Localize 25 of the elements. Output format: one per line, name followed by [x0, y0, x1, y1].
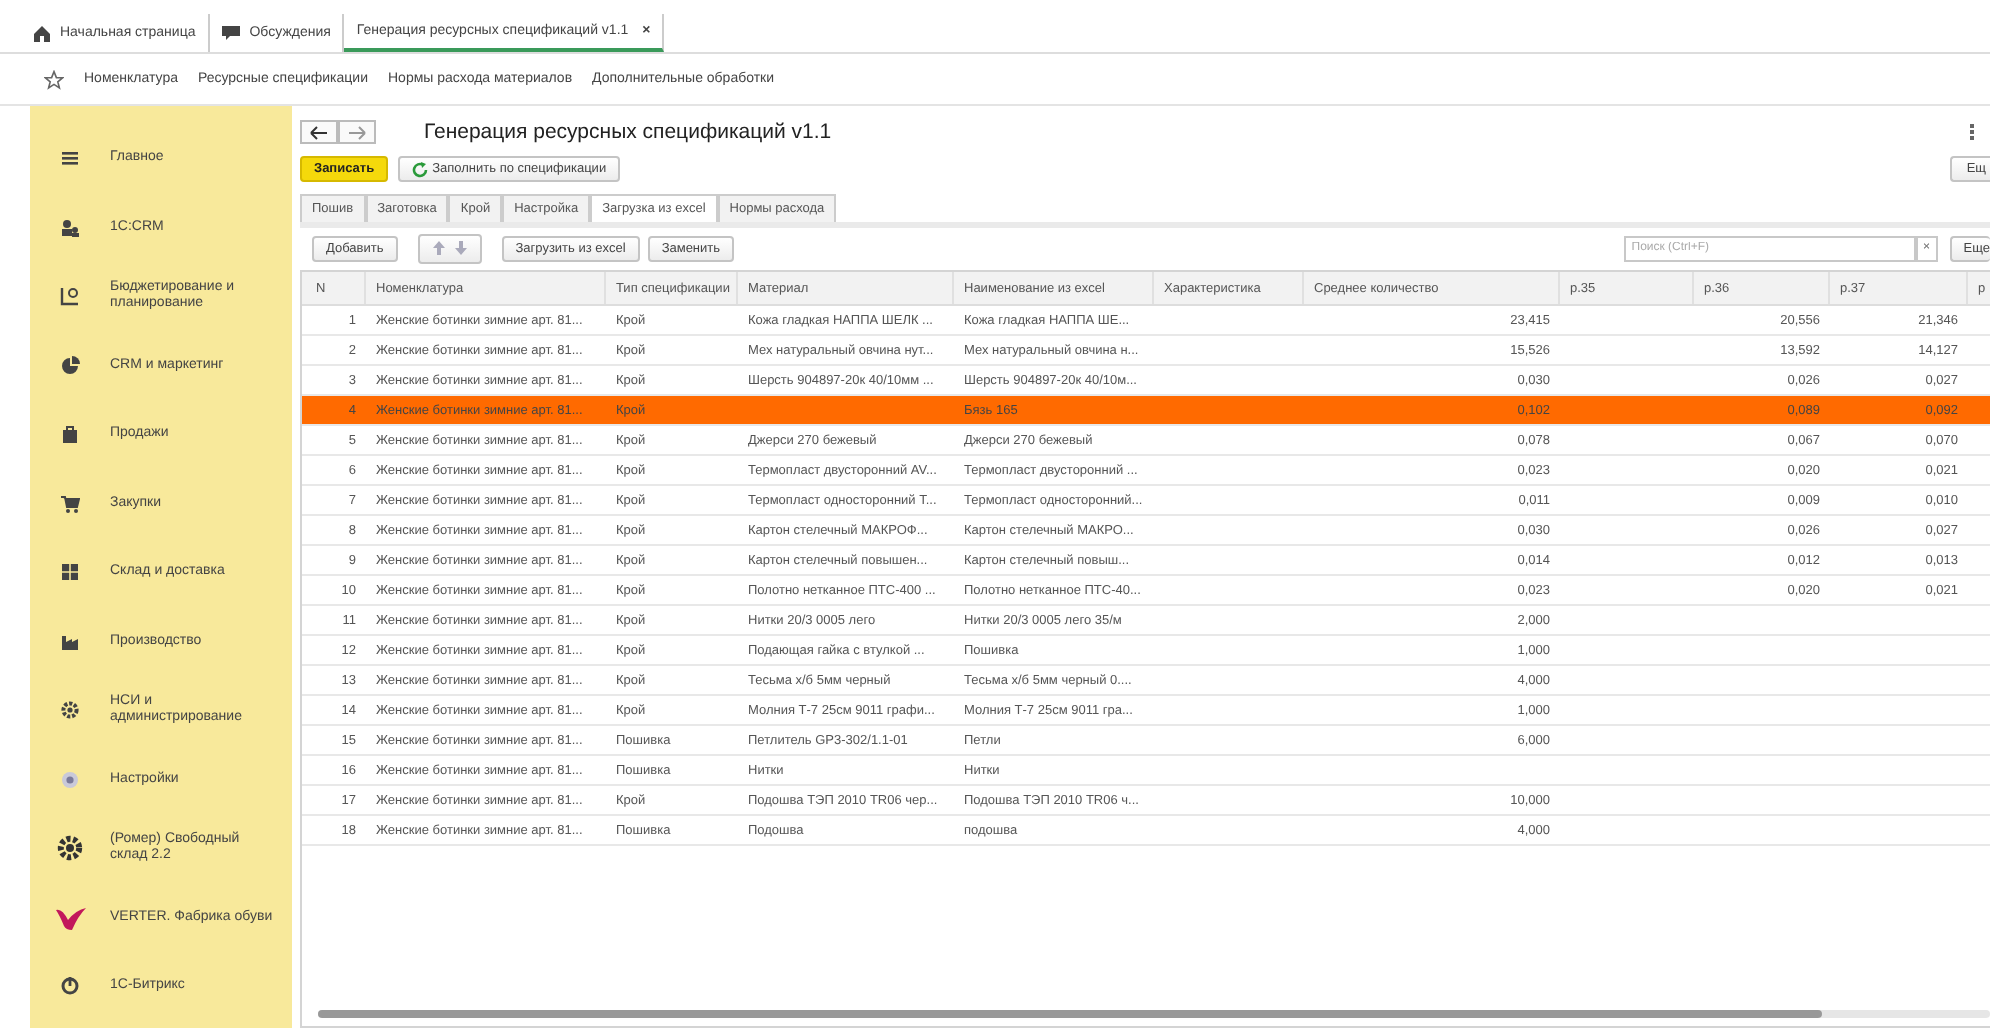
grid-icon: [60, 562, 80, 583]
home-icon: [32, 23, 52, 43]
form-title: Генерация ресурсных спецификаций v1.1: [424, 120, 832, 144]
horizontal-scrollbar[interactable]: [318, 1010, 1990, 1018]
back-button[interactable]: [300, 120, 338, 144]
down-arrow-icon: [453, 240, 468, 256]
left-arrow-icon: [310, 125, 328, 139]
right-arrow-icon: [348, 125, 366, 139]
star-icon: [44, 69, 64, 89]
chat-bubble-icon: [221, 23, 242, 43]
bag-icon: [60, 424, 80, 445]
cart-icon: [60, 493, 80, 514]
factory-icon: [60, 631, 80, 652]
move-buttons[interactable]: [417, 233, 482, 263]
pie-chart-icon: [60, 355, 80, 376]
refresh-icon: [412, 161, 429, 177]
up-arrow-icon: [431, 240, 446, 256]
menu-icon: [60, 148, 80, 169]
gear-icon: [56, 834, 84, 863]
chart-icon: [60, 286, 80, 307]
power-icon: [60, 976, 80, 997]
people-icon: [60, 217, 80, 238]
settings-icon: [60, 769, 80, 790]
gear-icon: [60, 700, 80, 721]
v-logo-icon: [53, 903, 87, 932]
